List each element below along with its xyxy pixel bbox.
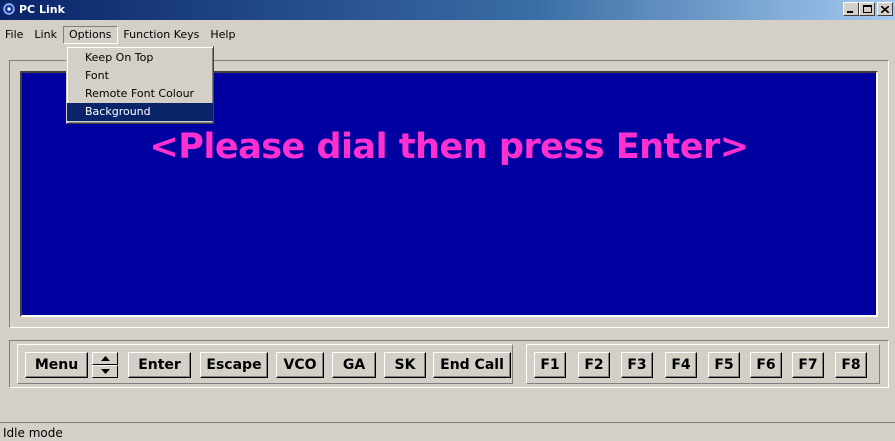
scroll-up-button[interactable] bbox=[92, 352, 118, 365]
sk-button[interactable]: SK bbox=[384, 352, 426, 378]
status-text: Idle mode bbox=[3, 426, 63, 440]
arrow-down-icon bbox=[100, 369, 110, 374]
minimize-button[interactable] bbox=[843, 2, 859, 16]
menu-item-background[interactable]: Background bbox=[67, 103, 213, 121]
maximize-icon bbox=[862, 5, 872, 13]
enter-button[interactable]: Enter bbox=[128, 352, 191, 378]
menu-help[interactable]: Help bbox=[205, 26, 241, 44]
f7-button[interactable]: F7 bbox=[792, 352, 824, 378]
end-call-button[interactable]: End Call bbox=[433, 352, 511, 378]
menu-button[interactable]: Menu bbox=[25, 352, 88, 378]
scroll-spinner bbox=[92, 352, 118, 378]
status-bar: Idle mode bbox=[0, 422, 895, 441]
options-dropdown: Keep On Top Font Remote Font Colour Back… bbox=[66, 46, 214, 124]
f2-button[interactable]: F2 bbox=[578, 352, 610, 378]
app-icon bbox=[3, 3, 15, 15]
scroll-down-button[interactable] bbox=[92, 365, 118, 378]
menu-options[interactable]: Options bbox=[62, 26, 119, 44]
arrow-up-icon bbox=[100, 356, 110, 361]
title-bar[interactable]: PC Link bbox=[0, 0, 895, 20]
f4-button[interactable]: F4 bbox=[665, 352, 697, 378]
menu-item-font[interactable]: Font bbox=[67, 67, 213, 85]
f8-button[interactable]: F8 bbox=[835, 352, 867, 378]
f5-button[interactable]: F5 bbox=[708, 352, 740, 378]
menu-item-remote-font-colour[interactable]: Remote Font Colour bbox=[67, 85, 213, 103]
menu-item-keep-on-top[interactable]: Keep On Top bbox=[67, 49, 213, 67]
close-button[interactable] bbox=[877, 2, 893, 16]
f6-button[interactable]: F6 bbox=[750, 352, 782, 378]
f3-button[interactable]: F3 bbox=[621, 352, 653, 378]
escape-button[interactable]: Escape bbox=[200, 352, 268, 378]
close-icon bbox=[881, 5, 889, 13]
minimize-icon bbox=[847, 10, 853, 13]
menu-function-keys[interactable]: Function Keys bbox=[118, 26, 205, 44]
maximize-button[interactable] bbox=[859, 2, 875, 16]
ga-button[interactable]: GA bbox=[332, 352, 376, 378]
menu-link[interactable]: Link bbox=[29, 26, 63, 44]
vco-button[interactable]: VCO bbox=[276, 352, 324, 378]
menu-file[interactable]: File bbox=[0, 26, 29, 44]
f1-button[interactable]: F1 bbox=[534, 352, 566, 378]
window-title: PC Link bbox=[19, 3, 65, 16]
display-message: <Please dial then press Enter> bbox=[149, 127, 749, 167]
menu-bar: File Link Options Function Keys Help bbox=[0, 26, 241, 44]
